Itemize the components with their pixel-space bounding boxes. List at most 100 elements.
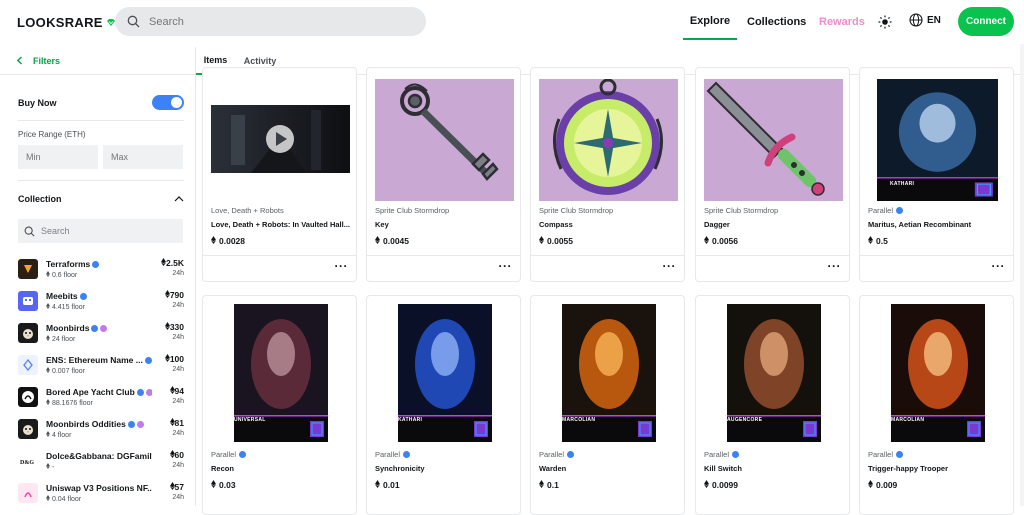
nft-card[interactable]: UNIVERSAL Parallel Recon 0.03	[202, 295, 357, 515]
more-options-icon[interactable]: ···	[992, 259, 1006, 273]
eth-icon	[375, 236, 380, 246]
nav-collections[interactable]: Collections	[747, 0, 806, 44]
nft-image[interactable]	[704, 304, 843, 442]
more-options-icon[interactable]: ···	[663, 259, 677, 273]
buy-now-label: Buy Now	[18, 97, 57, 108]
buy-now-toggle[interactable]	[152, 95, 184, 110]
card-collection-text: Parallel	[704, 450, 730, 459]
collection-list-item[interactable]: Moonbirds Oddities 4 floor 81 24h	[18, 413, 184, 445]
collection-volume: 57 24h	[169, 482, 184, 501]
eth-icon	[46, 271, 50, 279]
collection-text: ENS: Ethereum Name ... 0.007 floor	[46, 355, 152, 375]
nft-image[interactable]	[375, 79, 514, 201]
top-header: LOOKSRARE Explore Collections Rewards EN…	[0, 0, 1024, 44]
card-collection-name[interactable]: Parallel	[704, 450, 740, 459]
nft-image[interactable]	[211, 304, 350, 442]
verified-badge-icon	[567, 451, 575, 458]
price-min-input[interactable]	[18, 145, 98, 169]
card-price-text: 0.009	[876, 480, 898, 490]
looksrare-logo[interactable]: LOOKSRARE	[17, 15, 116, 30]
card-collection-name[interactable]: Parallel	[868, 206, 904, 215]
nft-image[interactable]	[375, 304, 514, 442]
nft-card[interactable]: MARCOLIAN Parallel Trigger-happy Trooper 0.…	[859, 295, 1014, 515]
collection-volume: 2.5K 24h	[161, 258, 184, 277]
card-collection-name[interactable]: Parallel	[539, 450, 575, 459]
card-collection-name[interactable]: Parallel	[375, 450, 411, 459]
collection-name-text: Bored Ape Yacht Club	[46, 387, 135, 397]
page-scrollbar[interactable]	[1020, 44, 1024, 506]
collection-search-box[interactable]: Search	[18, 219, 183, 243]
collection-list-item[interactable]: Bored Ape Yacht Club 88.1676 floor 94 24h	[18, 381, 184, 413]
collection-volume-text: 57	[174, 482, 184, 492]
nft-image[interactable]	[868, 304, 1007, 442]
collection-list-item[interactable]: Meebits 4.415 floor 790 24h	[18, 285, 184, 317]
collection-list-item[interactable]: Uniswap V3 Positions NF... 0.04 floor 57 2…	[18, 477, 184, 509]
nft-card[interactable]: Love, Death + Robots Love, Death + Robots…	[202, 67, 357, 282]
nft-card[interactable]: AUGENCORE Parallel Kill Switch 0.0099	[695, 295, 850, 515]
collection-text: Moonbirds Oddities 4 floor	[46, 419, 152, 439]
card-item-name: Maritus, Aetian Recombinant	[868, 220, 972, 229]
collection-section-header[interactable]: Collection	[18, 194, 184, 204]
card-divider	[531, 255, 684, 256]
card-art-label: UNIVERSAL	[234, 417, 266, 423]
collection-volume-value: 2.5K	[161, 258, 184, 268]
card-art-label: AUGENCORE	[727, 417, 763, 423]
nav-rewards[interactable]: Rewards	[819, 0, 865, 44]
filters-collapse-toggle[interactable]: Filters	[0, 47, 196, 75]
card-collection-name[interactable]: Love, Death + Robots	[211, 206, 284, 215]
card-collection-text: Parallel	[211, 450, 237, 459]
collection-label: Collection	[18, 194, 62, 204]
collection-volume-value: 81	[169, 418, 184, 428]
more-options-icon[interactable]: ···	[335, 259, 349, 273]
nft-card[interactable]: Sprite Club Stormdrop Key 0.0045 ···	[366, 67, 521, 282]
card-divider	[367, 255, 520, 256]
collection-volume-text: 2.5K	[166, 258, 184, 268]
nft-image[interactable]	[704, 79, 843, 201]
logo-text: LOOKSRARE	[17, 15, 103, 30]
card-collection-name[interactable]: Sprite Club Stormdrop	[704, 206, 778, 215]
card-collection-text: Sprite Club Stormdrop	[704, 206, 779, 215]
price-max-input[interactable]	[103, 145, 183, 169]
language-selector[interactable]: EN	[909, 13, 941, 27]
nft-card[interactable]: KATHARI Parallel Maritus, Aetian Recombina…	[859, 67, 1014, 282]
card-item-name: Compass	[539, 220, 573, 229]
nft-image[interactable]	[211, 105, 350, 173]
nft-image[interactable]	[539, 79, 678, 201]
collection-list-item[interactable]: D&G Dolce&Gabbana: DGFamily -60 24h	[18, 445, 184, 477]
collection-text: Meebits 4.415 floor	[46, 291, 152, 311]
nft-image[interactable]	[539, 304, 678, 442]
nft-card[interactable]: Sprite Club Stormdrop Compass 0.0055 ···	[530, 67, 685, 282]
collection-floor-text: 88.1676 floor	[51, 400, 93, 407]
nft-image[interactable]	[868, 79, 1007, 201]
card-price-text: 0.0045	[383, 236, 409, 246]
collection-text: Terraforms 0.6 floor	[46, 259, 152, 279]
card-collection-name[interactable]: Parallel	[868, 450, 904, 459]
card-item-name: Warden	[539, 464, 567, 473]
card-price-text: 0.01	[383, 480, 400, 490]
partner-badge-icon	[100, 324, 108, 332]
nft-card[interactable]: MARCOLIAN Parallel Warden 0.1	[530, 295, 685, 515]
global-search-input[interactable]	[149, 15, 389, 28]
more-options-icon[interactable]: ···	[828, 259, 842, 273]
nft-card[interactable]: KATHARI Parallel Synchronicity 0.01	[366, 295, 521, 515]
card-price: 0.1	[539, 480, 559, 490]
card-divider	[203, 255, 356, 256]
collection-name-text: Moonbirds	[46, 323, 90, 333]
nav-explore[interactable]: Explore	[683, 3, 737, 40]
theme-toggle-button[interactable]	[875, 12, 895, 32]
card-item-name: Kill Switch	[704, 464, 742, 473]
card-collection-name[interactable]: Sprite Club Stormdrop	[539, 206, 613, 215]
card-price: 0.0056	[704, 236, 738, 246]
collection-list-item[interactable]: Moonbirds 24 floor 330 24h	[18, 317, 184, 349]
global-search-bar[interactable]	[115, 7, 426, 36]
collection-name: Dolce&Gabbana: DGFamily	[46, 451, 152, 461]
card-collection-name[interactable]: Sprite Club Stormdrop	[375, 206, 449, 215]
collection-text: Uniswap V3 Positions NF... 0.04 floor	[46, 483, 152, 503]
card-collection-name[interactable]: Parallel	[211, 450, 247, 459]
verified-badge-icon	[136, 388, 144, 396]
collection-list-item[interactable]: ENS: Ethereum Name ... 0.007 floor 100 24h	[18, 349, 184, 381]
nft-card[interactable]: Sprite Club Stormdrop Dagger 0.0056 ···	[695, 67, 850, 282]
connect-wallet-button[interactable]: Connect	[958, 7, 1014, 36]
more-options-icon[interactable]: ···	[499, 259, 513, 273]
collection-list-item[interactable]: Terraforms 0.6 floor 2.5K 24h	[18, 253, 184, 285]
